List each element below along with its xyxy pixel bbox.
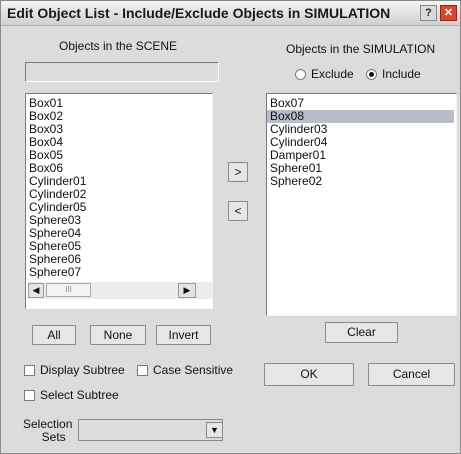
simulation-object-list[interactable]: Box07 Box08 Cylinder03 Cylinder04 Damper01 Sp… — [266, 93, 457, 316]
display-subtree-label: Display Subtree — [40, 363, 125, 377]
selection-sets-label-line2: Sets — [41, 430, 66, 444]
edit-object-list-dialog: Edit Object List - Include/Exclude Objec… — [0, 0, 461, 454]
chevron-down-icon[interactable]: ▼ — [206, 422, 223, 438]
scene-filter-input[interactable] — [25, 62, 219, 82]
add-to-simulation-button[interactable]: > — [228, 162, 248, 182]
list-item[interactable]: Sphere07 — [26, 266, 210, 279]
selection-sets-label: Selection Sets — [23, 418, 72, 444]
include-radio-label: Include — [382, 67, 421, 81]
horizontal-scroll-thumb[interactable]: III — [46, 283, 91, 297]
case-sensitive-label: Case Sensitive — [153, 363, 234, 377]
exclude-radio-label: Exclude — [311, 67, 354, 81]
ok-button[interactable]: OK — [264, 363, 354, 386]
scene-label: Objects in the SCENE — [59, 39, 178, 53]
list-item[interactable]: Sphere02 — [267, 175, 454, 188]
scene-items: Box01 Box02 Box03 Box04 Box05 Box06 Cylinder01… — [26, 97, 210, 279]
dialog-title: Edit Object List - Include/Exclude Objec… — [7, 5, 391, 21]
scene-vertical-scrollbar[interactable]: ▲ ≡ ▼ — [212, 96, 213, 282]
clear-button[interactable]: Clear — [325, 322, 398, 343]
close-button[interactable]: ✕ — [440, 5, 457, 21]
simulation-items: Box07 Box08 Cylinder03 Cylinder04 Damper01 Sp… — [267, 97, 454, 188]
select-all-button[interactable]: All — [32, 325, 76, 345]
scroll-left-button[interactable]: ◀ — [28, 283, 44, 298]
display-subtree-checkbox[interactable] — [24, 365, 35, 376]
include-radio[interactable] — [366, 69, 377, 80]
remove-from-simulation-button[interactable]: < — [228, 201, 248, 221]
select-subtree-label: Select Subtree — [40, 388, 119, 402]
select-subtree-checkbox[interactable] — [24, 390, 35, 401]
radio-selected-dot — [369, 72, 374, 77]
select-none-button[interactable]: None — [90, 325, 146, 345]
case-sensitive-checkbox[interactable] — [137, 365, 148, 376]
exclude-radio[interactable] — [295, 69, 306, 80]
help-button[interactable]: ? — [420, 5, 437, 21]
scene-object-list[interactable]: Box01 Box02 Box03 Box04 Box05 Box06 Cylinder01… — [25, 93, 213, 309]
scroll-right-button[interactable]: ▶ — [178, 283, 196, 298]
title-bar[interactable]: Edit Object List - Include/Exclude Objec… — [1, 1, 460, 26]
scene-horizontal-scrollbar[interactable]: ◀ III ▶ — [28, 282, 212, 299]
selection-sets-dropdown[interactable]: ▼ — [78, 419, 223, 441]
simulation-label: Objects in the SIMULATION — [286, 42, 436, 56]
invert-selection-button[interactable]: Invert — [156, 325, 211, 345]
cancel-button[interactable]: Cancel — [368, 363, 455, 386]
